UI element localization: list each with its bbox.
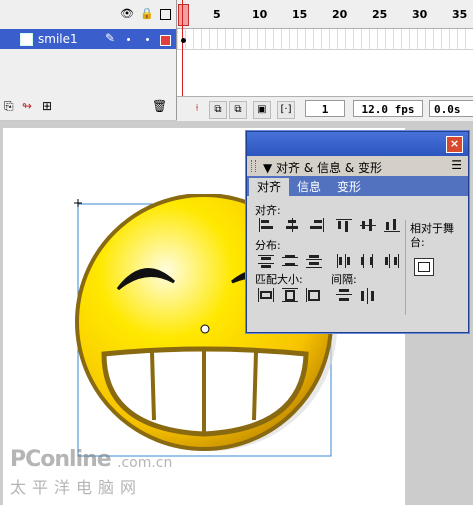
layer-row-smile1[interactable]: smile1 ✎ — [0, 29, 176, 49]
outline-color-icon[interactable] — [160, 35, 171, 46]
match-size-label: 匹配大小: — [255, 273, 303, 286]
layer-header: 👁 🔒 — [0, 0, 176, 28]
relative-to-stage-button[interactable] — [414, 258, 434, 276]
onion-outline-icon[interactable]: ⧉ — [229, 101, 247, 119]
watermark-chinese: 太平洋电脑网 — [10, 478, 143, 497]
visibility-dot[interactable] — [127, 38, 130, 41]
lock-icon[interactable]: 🔒 — [140, 8, 154, 20]
trash-icon[interactable]: 🗑 — [152, 99, 167, 113]
space-evenly-vertical-button[interactable] — [335, 287, 353, 303]
tab-transform[interactable]: 变形 — [329, 178, 369, 196]
tick-label: 35 — [452, 8, 468, 21]
space-evenly-horizontal-button[interactable] — [359, 287, 377, 304]
timeline-panel: 👁 🔒 smile1 ✎ ⎘ ↬ ⊞ 🗑 1 5 10 15 20 25 30 — [0, 0, 473, 121]
match-width-height-button[interactable] — [305, 287, 323, 303]
frame-rate-field[interactable]: 12.0 fps — [353, 100, 423, 117]
distribute-bottom-button[interactable] — [305, 253, 323, 269]
tick-label: 30 — [412, 8, 428, 21]
current-frame-field: 1 — [305, 100, 345, 117]
align-hcenter-button[interactable] — [283, 217, 301, 233]
panel-tab-bar: 对齐 信息 变形 — [247, 176, 468, 196]
watermark-brand: PConline — [10, 447, 112, 472]
align-label: 对齐: — [255, 204, 281, 217]
edit-multiple-frames-icon[interactable]: ▣ — [253, 101, 271, 119]
pencil-icon: ✎ — [105, 31, 116, 45]
outline-icon[interactable] — [160, 9, 171, 20]
distribute-label: 分布: — [255, 239, 281, 252]
options-menu-icon[interactable]: ☰ — [451, 158, 462, 172]
eye-icon[interactable]: 👁 — [120, 8, 134, 20]
close-button[interactable]: × — [446, 136, 463, 153]
tab-align[interactable]: 对齐 — [249, 178, 290, 196]
onion-skin-icon[interactable]: ⧉ — [209, 101, 227, 119]
lock-dot[interactable] — [146, 38, 149, 41]
grip-icon[interactable] — [251, 160, 256, 172]
onion-markers-icon[interactable]: [·] — [277, 101, 295, 119]
panel-titlebar[interactable] — [247, 132, 468, 156]
center-frame-icon[interactable]: ⍿ — [189, 101, 205, 117]
tab-info[interactable]: 信息 — [289, 178, 329, 196]
layer-icon — [20, 33, 33, 46]
playhead-handle[interactable] — [178, 4, 189, 26]
match-height-button[interactable] — [281, 287, 299, 303]
relative-to-stage-label: 相对于舞台: — [410, 222, 454, 249]
match-width-button[interactable] — [257, 287, 275, 303]
frames-area: 1 5 10 15 20 25 30 35 ⍿ ⧉ ⧉ ▣ [·] 1 12.0… — [177, 0, 473, 121]
layer-panel: 👁 🔒 smile1 ✎ ⎘ ↬ ⊞ 🗑 — [0, 0, 177, 120]
panel-title: ▼ 对齐 & 信息 & 变形 — [263, 161, 383, 175]
distribute-top-button[interactable] — [257, 253, 275, 269]
distribute-hcenter-button[interactable] — [359, 253, 377, 269]
align-info-transform-panel[interactable]: × ▼ 对齐 & 信息 & 变形 ☰ 对齐 信息 变形 对齐: 分布: 匹配大小… — [246, 131, 469, 333]
tick-label: 15 — [292, 8, 308, 21]
frame-ruler[interactable]: 1 5 10 15 20 25 30 35 — [177, 0, 473, 29]
tick-label: 10 — [252, 8, 268, 21]
insert-folder-icon[interactable]: ⊞ — [42, 99, 52, 113]
align-right-button[interactable] — [307, 217, 325, 233]
align-bottom-button[interactable] — [383, 217, 401, 233]
distribute-right-button[interactable] — [383, 253, 401, 269]
relative-to-stage-group: 相对于舞台: — [405, 220, 466, 315]
distribute-vcenter-button[interactable] — [281, 253, 299, 269]
align-top-button[interactable] — [335, 217, 353, 233]
align-vcenter-button[interactable] — [359, 217, 377, 233]
tick-label: 20 — [332, 8, 348, 21]
layer-toolbar: ⎘ ↬ ⊞ 🗑 — [0, 96, 176, 118]
insert-layer-icon[interactable]: ⎘ — [4, 99, 14, 114]
layer-name: smile1 — [38, 32, 78, 46]
distribute-left-button[interactable] — [335, 253, 353, 269]
keyframe-dot — [181, 38, 186, 43]
add-guide-layer-icon[interactable]: ↬ — [22, 99, 32, 113]
panel-header[interactable]: ▼ 对齐 & 信息 & 变形 ☰ — [247, 156, 468, 177]
spacing-label: 间隔: — [331, 273, 357, 286]
align-left-button[interactable] — [257, 217, 275, 233]
elapsed-time-field: 0.0s — [429, 100, 473, 117]
transform-point[interactable] — [200, 324, 210, 334]
timeline-status-bar: ⍿ ⧉ ⧉ ▣ [·] 1 12.0 fps 0.0s — [177, 96, 473, 121]
tick-label: 5 — [213, 8, 221, 21]
frame-row[interactable] — [177, 29, 473, 50]
watermark-domain: .com.cn — [117, 455, 173, 471]
tick-label: 25 — [372, 8, 388, 21]
